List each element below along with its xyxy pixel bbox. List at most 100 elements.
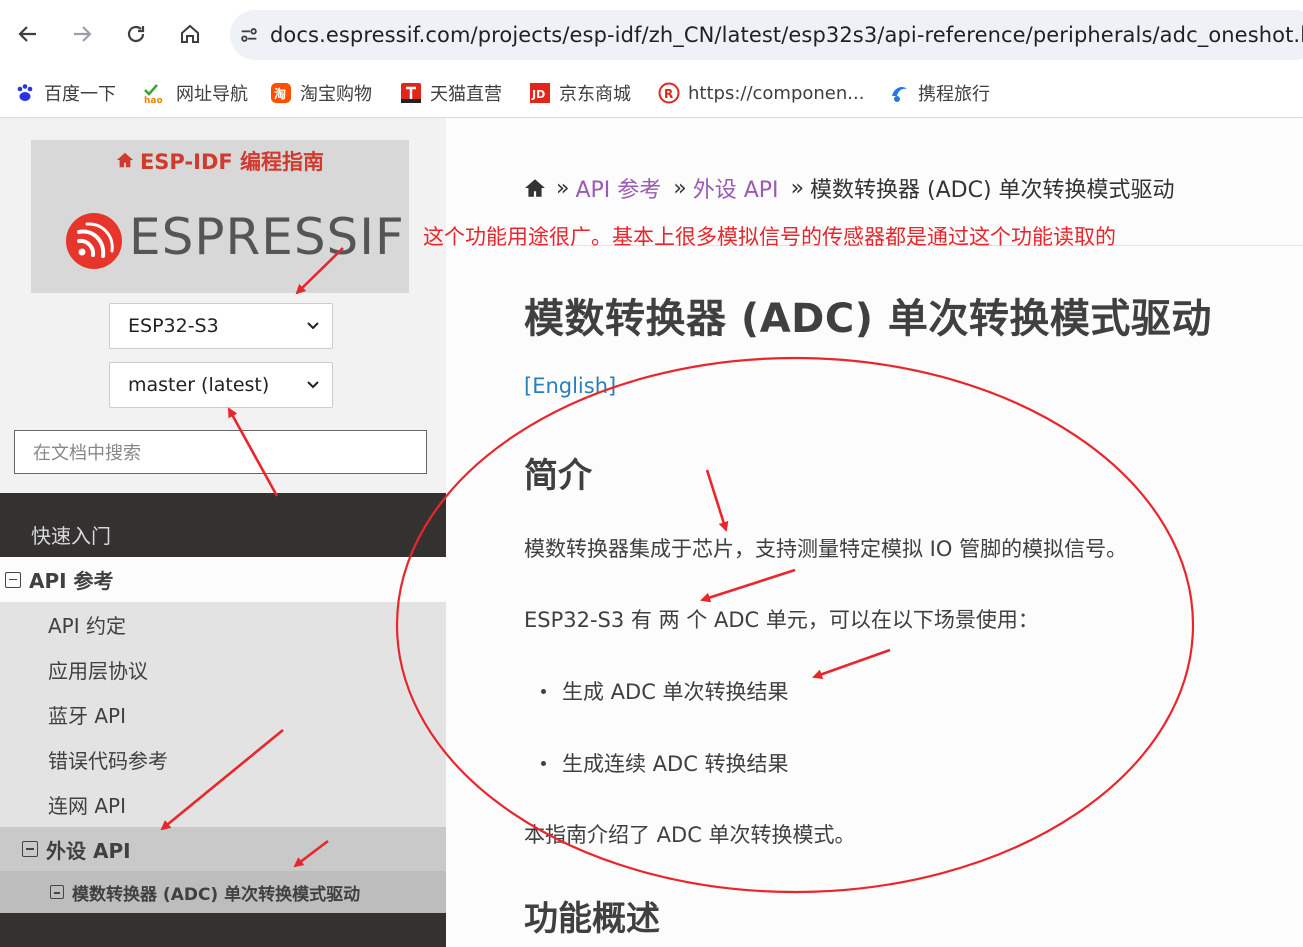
ctrip-icon (888, 82, 910, 104)
arrow-right-icon (74, 26, 92, 42)
bookmark-tmall[interactable]: 天猫直营 (400, 78, 502, 108)
breadcrumb: » API 参考 » 外设 API » 模数转换器 (ADC) 单次转换模式驱动 (524, 172, 1175, 204)
intro-paragraph-3: 本指南介绍了 ADC 单次转换模式。 (524, 823, 856, 847)
arrow-left-icon (18, 26, 36, 42)
taobao-icon: 淘 (270, 82, 292, 104)
bookmark-label: 京东商城 (559, 84, 631, 105)
bookmark-label: 百度一下 (44, 84, 116, 105)
reload-button[interactable] (118, 16, 154, 52)
nav-item-label: 外设 API (46, 838, 131, 863)
hao123-icon: hao (142, 82, 168, 104)
home-button[interactable] (172, 16, 208, 52)
bullet-dot (541, 760, 546, 766)
nav-item-adc-oneshot[interactable]: 模数转换器 (ADC) 单次转换模式驱动 (0, 871, 446, 913)
svg-text:淘: 淘 (274, 86, 286, 101)
home-icon (116, 150, 134, 174)
list-item: 生成 ADC 单次转换结果 (541, 676, 789, 706)
bookmark-label: 天猫直营 (430, 84, 502, 105)
intro-heading: 简介 (524, 456, 592, 496)
breadcrumb-peripherals[interactable]: 外设 API (693, 172, 779, 204)
svg-text:R: R (664, 87, 673, 101)
docs-sidebar: ESP-IDF 编程指南 ESPRESSIF ESP32-S3 master (… (0, 118, 446, 947)
nav-item-api-conventions[interactable]: API 约定 (0, 602, 446, 647)
overview-heading: 功能概述 (524, 899, 660, 939)
forward-button[interactable] (64, 16, 100, 52)
bookmark-label: 网址导航 (176, 84, 248, 105)
target-select[interactable]: ESP32-S3 (109, 303, 333, 349)
address-bar[interactable]: docs.espressif.com/projects/esp-idf/zh_C… (230, 10, 1303, 60)
breadcrumb-separator: » (790, 175, 805, 201)
jd-icon: JD (529, 82, 551, 104)
bookmark-component-registry[interactable]: R https://componen... (658, 78, 864, 108)
breadcrumb-current: 模数转换器 (ADC) 单次转换模式驱动 (810, 178, 1175, 203)
nav-item-label: 连网 API (48, 794, 126, 818)
home-icon (525, 179, 545, 197)
back-button[interactable] (10, 16, 46, 52)
tune-icon (241, 28, 257, 42)
page-title: 模数转换器 (ADC) 单次转换模式驱动 (524, 296, 1212, 342)
bookmark-label: https://componen... (688, 82, 865, 104)
component-registry-icon: R (658, 82, 680, 104)
url-text[interactable]: docs.espressif.com/projects/esp-idf/zh_C… (270, 23, 1303, 47)
nav-item-quick-start[interactable]: 快速入门 (0, 511, 446, 557)
reload-icon (127, 25, 145, 43)
target-select-value: ESP32-S3 (128, 315, 219, 337)
list-item-text: 生成连续 ADC 转换结果 (562, 752, 789, 776)
english-version-link[interactable]: [English] (524, 374, 616, 398)
nav-item-networking[interactable]: 连网 API (0, 782, 446, 827)
bookmark-label: 淘宝购物 (300, 84, 372, 105)
intro-paragraph-2: ESP32-S3 有 两 个 ADC 单元，可以在以下场景使用： (524, 608, 1039, 632)
breadcrumb-separator: » (673, 175, 687, 201)
guide-title-text: ESP-IDF 编程指南 (139, 150, 325, 174)
chevron-down-icon (307, 381, 319, 389)
collapse-toggle-icon[interactable] (50, 885, 64, 899)
nav-item-label: 快速入门 (31, 523, 111, 548)
intro-paragraph-1: 模数转换器集成于芯片，支持测量特定模拟 IO 管脚的模拟信号。 (524, 537, 1128, 561)
svg-text:hao: hao (144, 96, 163, 104)
nav-item-label: API 约定 (48, 614, 126, 638)
sidebar-nav: 快速入门 API 参考 API 约定 应用层协议 蓝牙 API 错误代码参考 连… (0, 493, 446, 947)
bookmark-baidu[interactable]: 百度一下 (14, 78, 116, 108)
bullet-dot (541, 688, 546, 694)
version-select[interactable]: master (latest) (109, 362, 333, 408)
nav-item-peripherals[interactable]: 外设 API (0, 827, 446, 871)
list-item-text: 生成 ADC 单次转换结果 (562, 680, 789, 704)
guide-home-link[interactable]: ESP-IDF 编程指南 (31, 146, 409, 176)
nav-item-bluetooth[interactable]: 蓝牙 API (0, 692, 446, 737)
bookmark-taobao[interactable]: 淘 淘宝购物 (270, 78, 372, 108)
nav-item-label: 蓝牙 API (48, 704, 126, 728)
bookmarks-bar: 百度一下 hao 网址导航 淘 淘宝购物 天猫直营 JD 京东商城 R http… (0, 70, 1303, 118)
nav-item-api-reference[interactable]: API 参考 (0, 557, 446, 602)
nav-item-app-protocols[interactable]: 应用层协议 (0, 647, 446, 692)
breadcrumb-separator: » (556, 175, 570, 201)
bookmark-ctrip[interactable]: 携程旅行 (888, 78, 990, 108)
breadcrumb-home-link[interactable] (524, 177, 546, 199)
nav-item-error-codes[interactable]: 错误代码参考 (0, 737, 446, 782)
bookmark-hao123[interactable]: hao 网址导航 (142, 78, 248, 108)
search-placeholder: 在文档中搜索 (33, 443, 141, 464)
nav-item-label: 模数转换器 (ADC) 单次转换模式驱动 (72, 884, 361, 905)
collapse-toggle-icon[interactable] (22, 841, 38, 857)
nav-item-label: API 参考 (29, 569, 114, 593)
docs-search-input[interactable]: 在文档中搜索 (14, 430, 427, 474)
browser-toolbar: docs.espressif.com/projects/esp-idf/zh_C… (0, 0, 1303, 70)
version-select-value: master (latest) (128, 374, 270, 396)
tmall-icon (400, 82, 422, 104)
annotation-note: 这个功能用途很广。基本上很多模拟信号的传感器都是通过这个功能读取的 (423, 225, 1116, 249)
nav-item-label: 错误代码参考 (48, 749, 168, 773)
site-info-button[interactable] (238, 17, 260, 53)
list-item: 生成连续 ADC 转换结果 (541, 748, 789, 778)
nav-item-label: 应用层协议 (48, 659, 148, 683)
breadcrumb-api-reference[interactable]: API 参考 (575, 172, 661, 204)
espressif-wordmark: ESPRESSIF (129, 208, 405, 266)
project-logo-box[interactable]: ESP-IDF 编程指南 ESPRESSIF (31, 140, 409, 293)
collapse-toggle-icon[interactable] (5, 571, 21, 588)
espressif-logo-icon (66, 213, 122, 269)
bookmark-jd[interactable]: JD 京东商城 (529, 78, 631, 108)
bookmark-label: 携程旅行 (918, 84, 990, 105)
chevron-down-icon (307, 322, 319, 330)
home-icon (181, 24, 199, 43)
sidebar-search-area: ESP-IDF 编程指南 ESPRESSIF ESP32-S3 master (… (0, 118, 446, 493)
baidu-paw-icon (14, 82, 36, 104)
svg-text:JD: JD (531, 88, 545, 101)
